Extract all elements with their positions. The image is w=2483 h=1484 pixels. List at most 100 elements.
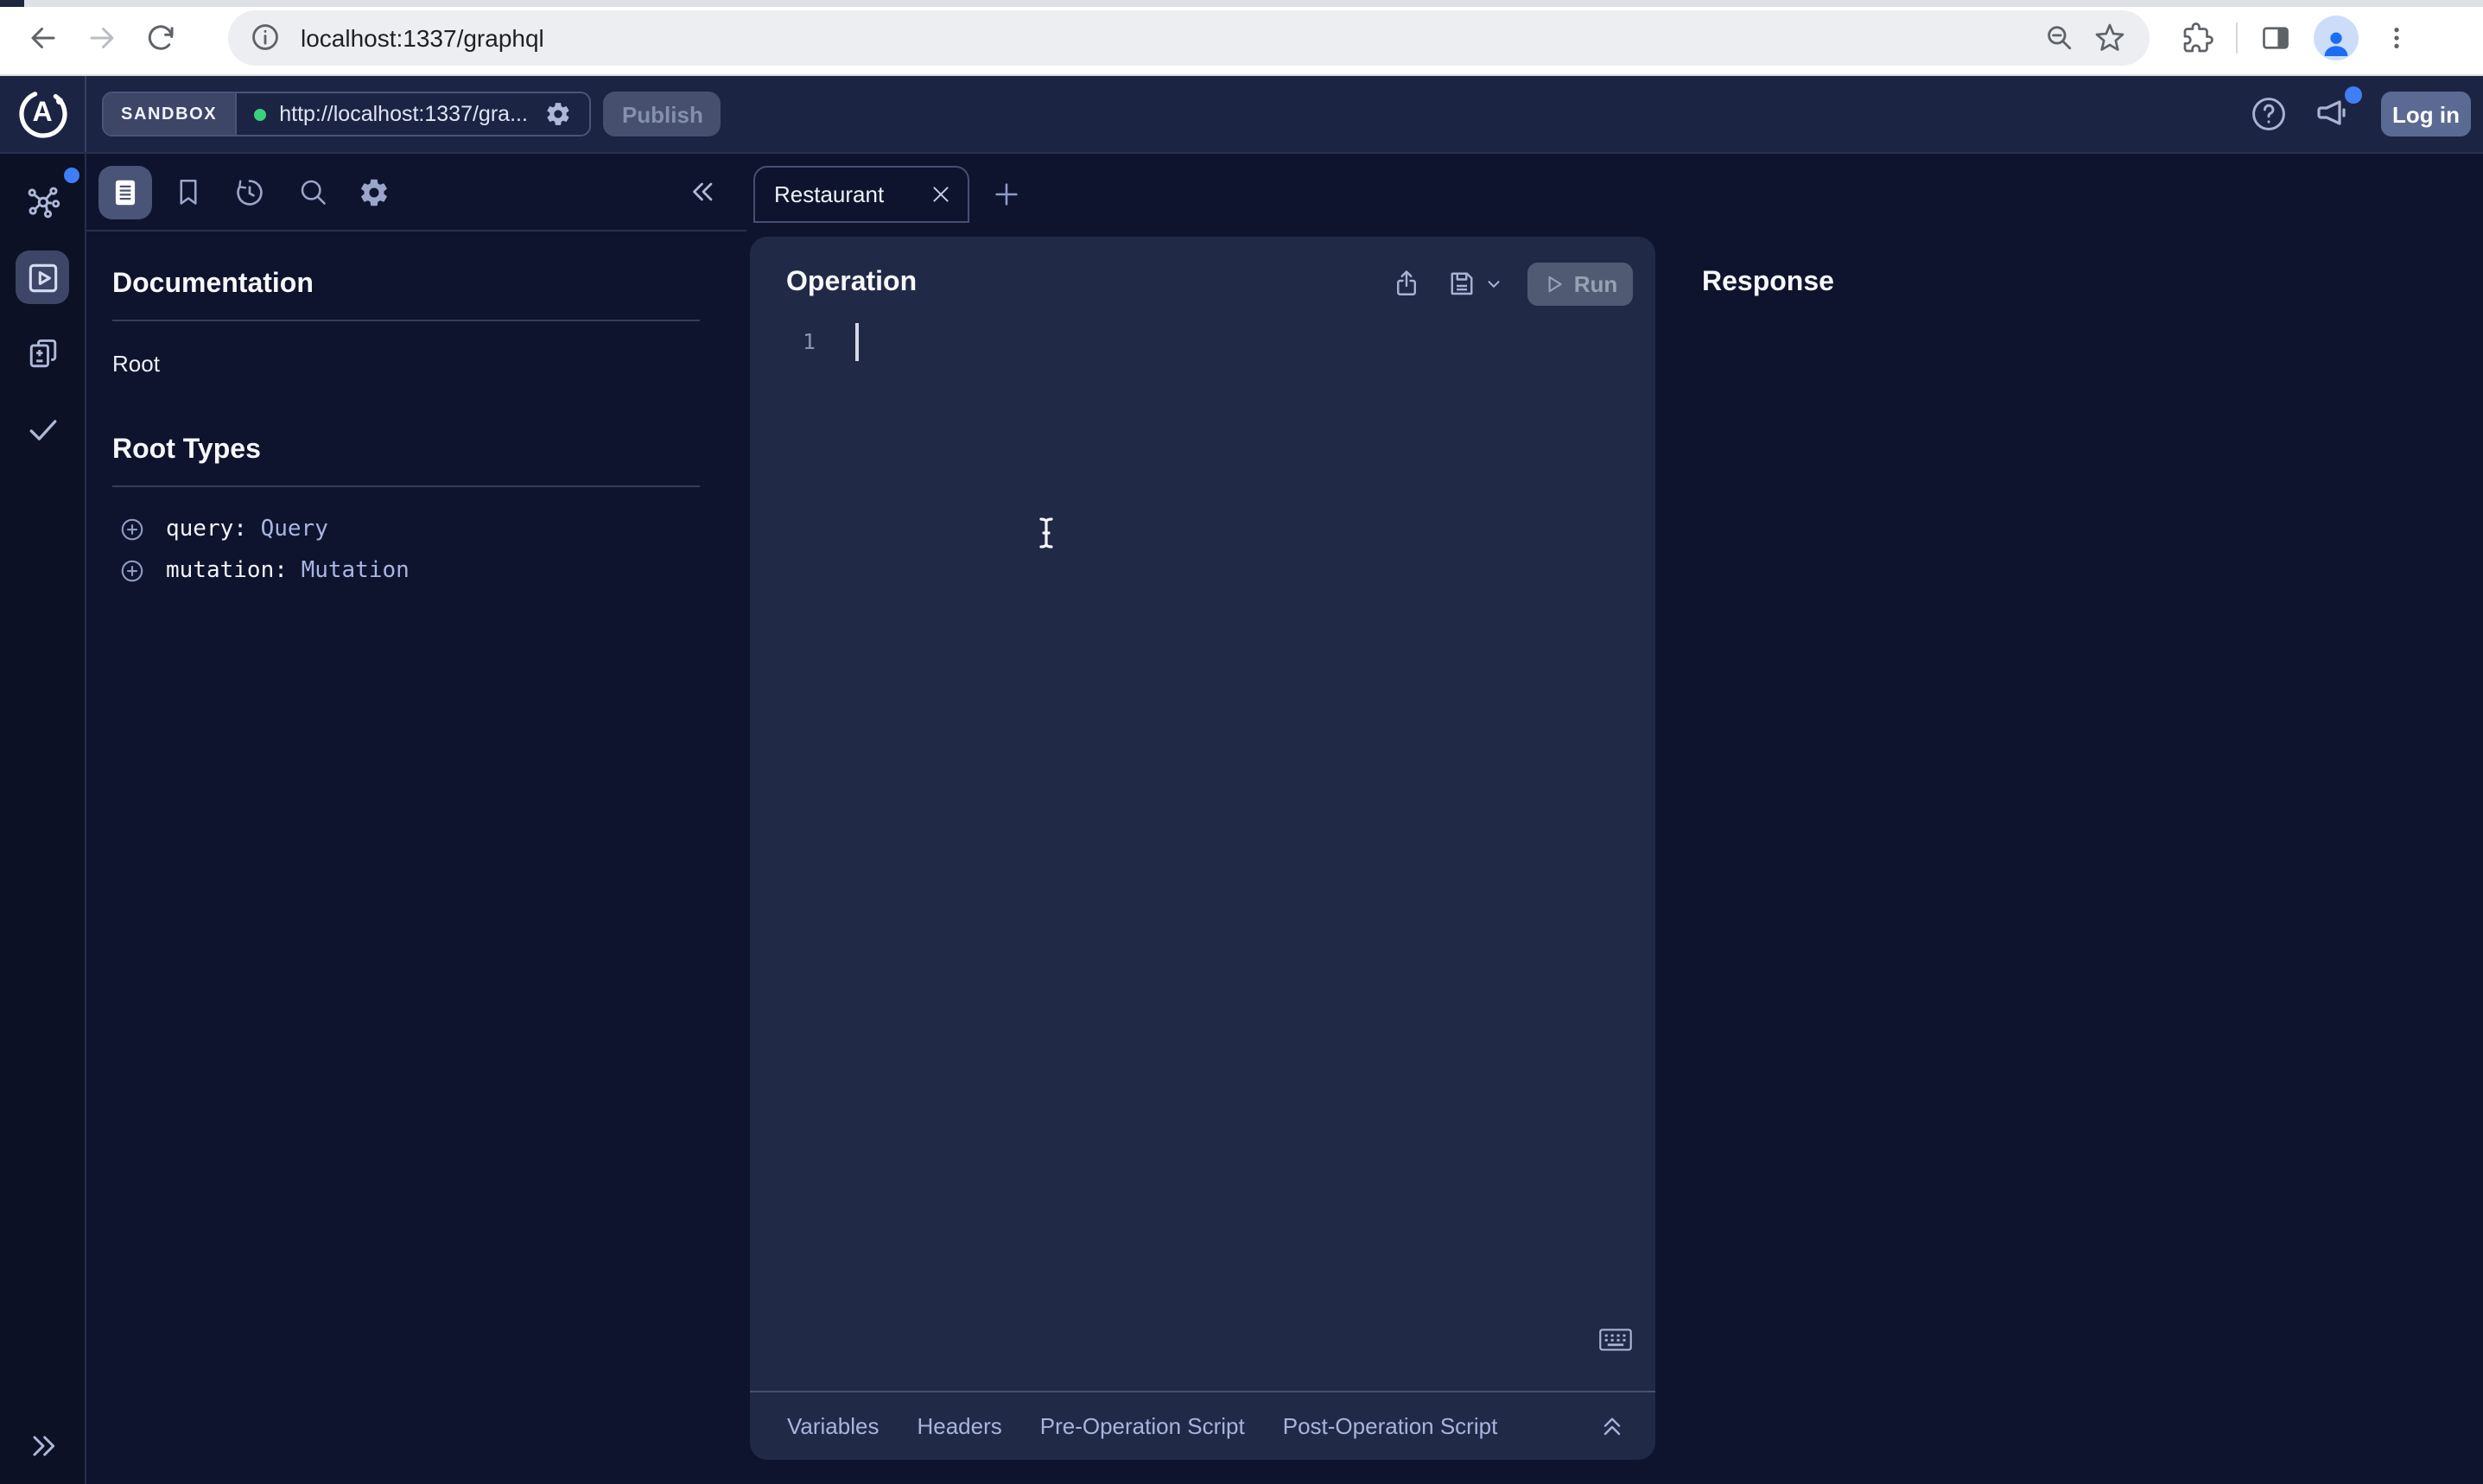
tab-pre-operation-script[interactable]: Pre-Operation Script (1040, 1413, 1245, 1439)
screen: localhost:1337/graphql (0, 0, 2483, 1484)
extensions-puzzle-icon (2182, 22, 2213, 53)
help-button[interactable] (2250, 95, 2288, 133)
reload-button[interactable] (131, 8, 190, 67)
back-icon (28, 22, 59, 53)
forward-icon (86, 22, 117, 53)
response-heading: Response (1702, 267, 1834, 298)
tab-documentation[interactable] (98, 165, 152, 219)
schema-notification-dot (64, 168, 79, 183)
field-type-link[interactable]: Query (261, 516, 328, 542)
endpoint-group: SANDBOX http://localhost:1337/gra... (102, 92, 592, 136)
double-chevron-up-icon (1598, 1412, 1626, 1440)
share-operation-button[interactable] (1391, 268, 1422, 299)
tab-search[interactable] (285, 165, 339, 219)
profile-avatar[interactable] (2314, 15, 2359, 60)
close-tab-icon[interactable] (930, 183, 952, 206)
back-button[interactable] (14, 8, 73, 67)
divider (112, 320, 700, 321)
extensions-button[interactable] (2170, 8, 2226, 67)
sidebar-item-schema[interactable] (16, 174, 69, 228)
sandbox-header: A SANDBOX http://localhost:1337/gra... P… (0, 76, 2483, 154)
operation-editor-panel: Operation (750, 236, 1655, 1460)
operation-tab-label: Restaurant (774, 181, 930, 207)
diff-documents-icon (23, 334, 61, 372)
operation-heading: Operation (786, 268, 1391, 299)
help-icon (2250, 95, 2288, 133)
save-menu-chevron-icon[interactable] (1484, 274, 1503, 293)
tab-variables[interactable]: Variables (787, 1413, 879, 1439)
left-rail (0, 154, 86, 1484)
field-type-link[interactable]: Mutation (302, 557, 410, 583)
side-panel-button[interactable] (2248, 8, 2303, 67)
workspace: Restaurant Operation (746, 154, 2483, 1484)
bookmark-star-icon[interactable] (2094, 22, 2125, 53)
connection-status-dot (253, 108, 265, 120)
run-button[interactable]: Run (1527, 262, 1633, 305)
sidebar-item-changelog[interactable] (16, 327, 69, 380)
keyboard-icon (1598, 1327, 1633, 1353)
query-editor[interactable]: 1 (750, 322, 1655, 360)
browser-menu-button[interactable] (2369, 8, 2424, 67)
site-info-icon[interactable] (242, 15, 287, 60)
tab-headers[interactable]: Headers (917, 1413, 1001, 1439)
root-types-heading: Root Types (112, 435, 700, 466)
keyboard-shortcuts-button[interactable] (1598, 1327, 1633, 1353)
sidebar-item-checks[interactable] (16, 403, 69, 456)
endpoint-url[interactable]: http://localhost:1337/gra... (279, 102, 528, 126)
double-chevron-left-icon (688, 176, 719, 207)
operation-tab[interactable]: Restaurant (753, 166, 969, 222)
sandbox-badge[interactable]: SANDBOX (104, 93, 236, 135)
run-label: Run (1574, 270, 1618, 296)
field-name[interactable]: query: (166, 516, 247, 542)
plus-icon (992, 180, 1021, 209)
line-number: 1 (784, 322, 816, 360)
bookmark-icon (172, 176, 203, 207)
toolbar-divider (2236, 22, 2238, 53)
save-operation-button[interactable] (1446, 268, 1477, 299)
run-play-icon (1543, 272, 1565, 295)
apollo-logo[interactable]: A (0, 76, 86, 152)
document-icon (109, 175, 142, 208)
address-bar[interactable]: localhost:1337/graphql (228, 10, 2150, 65)
play-square-icon (23, 258, 61, 296)
docs-heading: Documentation (112, 270, 700, 301)
add-field-icon[interactable] (119, 516, 145, 542)
tab-explorer-settings[interactable] (347, 165, 401, 219)
docs-root-link[interactable]: Root (112, 351, 700, 377)
mouse-text-cursor (1037, 516, 1056, 549)
editor-footer: Variables Headers Pre-Operation Script P… (750, 1391, 1655, 1460)
login-button[interactable]: Log in (2381, 92, 2471, 136)
sidebar-item-explorer[interactable] (16, 251, 69, 304)
field-row-mutation: mutation: Mutation (112, 549, 700, 591)
history-clock-icon (233, 175, 266, 208)
side-panel-icon (2260, 22, 2291, 53)
new-tab-button[interactable] (992, 180, 1021, 209)
reload-icon (145, 22, 176, 53)
field-row-query: query: Query (112, 508, 700, 549)
publish-button[interactable]: Publish (604, 92, 721, 136)
forward-button[interactable] (73, 8, 131, 67)
add-field-icon[interactable] (119, 557, 145, 583)
tab-history[interactable] (223, 165, 276, 219)
documentation-panel: Documentation Root Root Types query: Que… (86, 154, 746, 1484)
person-icon (2319, 25, 2353, 60)
announcements-button[interactable] (2314, 93, 2355, 135)
search-icon (296, 176, 327, 207)
url-text[interactable]: localhost:1337/graphql (301, 23, 2044, 51)
expand-footer-button[interactable] (1598, 1412, 1626, 1440)
save-floppy-icon (1446, 268, 1477, 299)
expand-rail-button[interactable] (25, 1429, 60, 1463)
connection-settings-gear-icon[interactable] (545, 100, 573, 128)
editor-caret (855, 322, 858, 360)
zoom-out-icon[interactable] (2044, 22, 2073, 52)
collapse-docs-button[interactable] (688, 176, 719, 207)
tab-post-operation-script[interactable]: Post-Operation Script (1283, 1413, 1498, 1439)
divider (112, 485, 700, 487)
graph-network-icon (23, 182, 61, 220)
docs-toolbar (86, 154, 746, 231)
double-chevron-right-icon (25, 1429, 60, 1463)
tab-saved-operations[interactable] (161, 165, 214, 219)
browser-toolbar: localhost:1337/graphql (0, 0, 2483, 76)
field-name[interactable]: mutation: (166, 557, 288, 583)
settings-gear-icon (358, 175, 391, 208)
